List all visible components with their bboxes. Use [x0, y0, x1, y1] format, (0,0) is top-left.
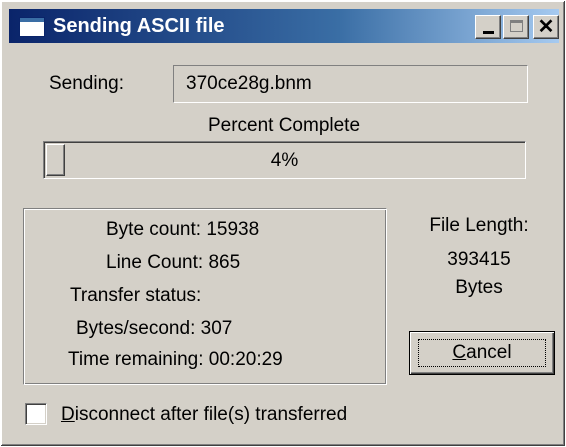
window-title: Sending ASCII file	[53, 15, 225, 37]
sending-filename: 370ce28g.bnm	[186, 73, 312, 94]
disconnect-checkbox[interactable]	[25, 403, 47, 425]
transfer-status: Transfer status:	[70, 285, 202, 306]
minimize-button[interactable]	[475, 15, 501, 39]
disconnect-checkbox-label[interactable]: Disconnect after file(s) transferred	[61, 404, 347, 426]
sending-label: Sending:	[49, 73, 125, 94]
sending-filename-field: 370ce28g.bnm	[173, 65, 528, 103]
byte-count: Byte count: 15938	[106, 219, 260, 240]
file-length-unit: Bytes	[455, 277, 503, 298]
progress-heading: Percent Complete	[207, 115, 361, 136]
title-bar[interactable]: Sending ASCII file ✕	[9, 9, 559, 43]
bytes-per-second: Bytes/second: 307	[76, 318, 233, 339]
file-length-label: File Length:	[429, 215, 529, 236]
close-icon: ✕	[537, 16, 555, 38]
cancel-button[interactable]: Cancel	[409, 331, 555, 375]
progress-percent-text: 4%	[270, 150, 299, 171]
file-length-value: 393415	[447, 249, 511, 270]
cancel-button-label: Cancel	[452, 342, 512, 363]
minimize-icon	[483, 31, 494, 34]
transfer-stats-panel: Byte count: 15938 Line Count: 865 Transf…	[23, 208, 387, 385]
time-remaining: Time remaining: 00:20:29	[68, 349, 283, 370]
close-button[interactable]: ✕	[533, 15, 559, 39]
sending-ascii-dialog: Sending ASCII file ✕ Sending: 370ce28g.b…	[0, 0, 566, 447]
progress-bar: 4%	[43, 141, 526, 179]
line-count: Line Count: 865	[106, 252, 241, 273]
maximize-button	[503, 15, 529, 39]
window-icon	[19, 17, 45, 37]
maximize-icon	[510, 20, 523, 32]
